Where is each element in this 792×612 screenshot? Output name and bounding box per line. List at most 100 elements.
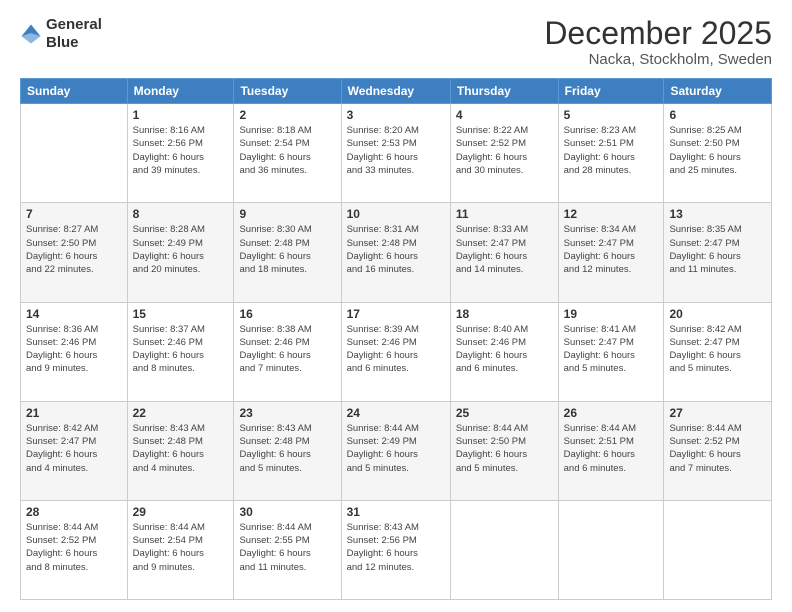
col-header-saturday: Saturday — [664, 79, 772, 104]
day-number: 18 — [456, 307, 553, 321]
day-info: Sunrise: 8:44 AM Sunset: 2:51 PM Dayligh… — [564, 422, 659, 475]
day-info: Sunrise: 8:18 AM Sunset: 2:54 PM Dayligh… — [239, 124, 335, 177]
day-number: 19 — [564, 307, 659, 321]
day-number: 23 — [239, 406, 335, 420]
day-cell: 5 Sunrise: 8:23 AM Sunset: 2:51 PM Daylig… — [558, 104, 664, 203]
day-info: Sunrise: 8:25 AM Sunset: 2:50 PM Dayligh… — [669, 124, 766, 177]
header-row: SundayMondayTuesdayWednesdayThursdayFrid… — [21, 79, 772, 104]
logo-icon — [20, 23, 42, 45]
day-number: 4 — [456, 108, 553, 122]
day-number: 10 — [347, 207, 445, 221]
day-number: 9 — [239, 207, 335, 221]
day-info: Sunrise: 8:28 AM Sunset: 2:49 PM Dayligh… — [133, 223, 229, 276]
day-number: 24 — [347, 406, 445, 420]
day-number: 7 — [26, 207, 122, 221]
header: General Blue December 2025 Nacka, Stockh… — [20, 16, 772, 68]
day-cell: 15Sunrise: 8:37 AM Sunset: 2:46 PM Dayli… — [127, 302, 234, 401]
day-cell: 17Sunrise: 8:39 AM Sunset: 2:46 PM Dayli… — [341, 302, 450, 401]
day-cell: 10 Sunrise: 8:31 AM Sunset: 2:48 PM Dayli… — [341, 203, 450, 302]
day-number: 31 — [347, 505, 445, 519]
day-number: 5 — [564, 108, 659, 122]
day-cell: 3Sunrise: 8:20 AM Sunset: 2:53 PM Daylig… — [341, 104, 450, 203]
day-number: 26 — [564, 406, 659, 420]
week-row-5: 28 Sunrise: 8:44 AM Sunset: 2:52 PM Dayli… — [21, 500, 772, 599]
day-info: Sunrise: 8:41 AM Sunset: 2:47 PM Dayligh… — [564, 323, 659, 376]
day-cell — [558, 500, 664, 599]
day-cell: 31 Sunrise: 8:43 AM Sunset: 2:56 PM Dayli… — [341, 500, 450, 599]
day-number: 22 — [133, 406, 229, 420]
logo-text: General Blue — [46, 16, 102, 52]
day-cell: 28 Sunrise: 8:44 AM Sunset: 2:52 PM Dayli… — [21, 500, 128, 599]
col-header-tuesday: Tuesday — [234, 79, 341, 104]
day-cell: 8 Sunrise: 8:28 AM Sunset: 2:49 PM Daylig… — [127, 203, 234, 302]
day-cell: 4 Sunrise: 8:22 AM Sunset: 2:52 PM Daylig… — [450, 104, 558, 203]
week-row-2: 7 Sunrise: 8:27 AM Sunset: 2:50 PM Daylig… — [21, 203, 772, 302]
day-info: Sunrise: 8:31 AM Sunset: 2:48 PM Dayligh… — [347, 223, 445, 276]
day-info: Sunrise: 8:44 AM Sunset: 2:54 PM Dayligh… — [133, 521, 229, 574]
day-info: Sunrise: 8:44 AM Sunset: 2:52 PM Dayligh… — [26, 521, 122, 574]
day-info: Sunrise: 8:35 AM Sunset: 2:47 PM Dayligh… — [669, 223, 766, 276]
day-cell — [664, 500, 772, 599]
page: General Blue December 2025 Nacka, Stockh… — [0, 0, 792, 612]
day-cell: 30 Sunrise: 8:44 AM Sunset: 2:55 PM Dayli… — [234, 500, 341, 599]
day-info: Sunrise: 8:44 AM Sunset: 2:55 PM Dayligh… — [239, 521, 335, 574]
day-cell: 22 Sunrise: 8:43 AM Sunset: 2:48 PM Dayli… — [127, 401, 234, 500]
logo-line2: Blue — [46, 34, 102, 52]
day-info: Sunrise: 8:34 AM Sunset: 2:47 PM Dayligh… — [564, 223, 659, 276]
title-block: December 2025 Nacka, Stockholm, Sweden — [544, 16, 772, 68]
day-cell — [450, 500, 558, 599]
day-cell: 11 Sunrise: 8:33 AM Sunset: 2:47 PM Dayli… — [450, 203, 558, 302]
day-cell: 18 Sunrise: 8:40 AM Sunset: 2:46 PM Dayli… — [450, 302, 558, 401]
day-number: 30 — [239, 505, 335, 519]
logo-line1: General — [46, 16, 102, 34]
day-cell: 29 Sunrise: 8:44 AM Sunset: 2:54 PM Dayli… — [127, 500, 234, 599]
location-subtitle: Nacka, Stockholm, Sweden — [544, 51, 772, 68]
day-cell: 13Sunrise: 8:35 AM Sunset: 2:47 PM Dayli… — [664, 203, 772, 302]
day-info: Sunrise: 8:42 AM Sunset: 2:47 PM Dayligh… — [26, 422, 122, 475]
day-info: Sunrise: 8:38 AM Sunset: 2:46 PM Dayligh… — [239, 323, 335, 376]
day-number: 20 — [669, 307, 766, 321]
day-cell: 19 Sunrise: 8:41 AM Sunset: 2:47 PM Dayli… — [558, 302, 664, 401]
day-cell: 26 Sunrise: 8:44 AM Sunset: 2:51 PM Dayli… — [558, 401, 664, 500]
day-cell: 7 Sunrise: 8:27 AM Sunset: 2:50 PM Daylig… — [21, 203, 128, 302]
day-number: 29 — [133, 505, 229, 519]
day-number: 21 — [26, 406, 122, 420]
day-number: 2 — [239, 108, 335, 122]
day-number: 27 — [669, 406, 766, 420]
day-info: Sunrise: 8:16 AM Sunset: 2:56 PM Dayligh… — [133, 124, 229, 177]
day-number: 12 — [564, 207, 659, 221]
day-cell: 9 Sunrise: 8:30 AM Sunset: 2:48 PM Daylig… — [234, 203, 341, 302]
day-cell: 21 Sunrise: 8:42 AM Sunset: 2:47 PM Dayli… — [21, 401, 128, 500]
day-info: Sunrise: 8:33 AM Sunset: 2:47 PM Dayligh… — [456, 223, 553, 276]
day-info: Sunrise: 8:23 AM Sunset: 2:51 PM Dayligh… — [564, 124, 659, 177]
day-info: Sunrise: 8:42 AM Sunset: 2:47 PM Dayligh… — [669, 323, 766, 376]
day-cell: 14Sunrise: 8:36 AM Sunset: 2:46 PM Dayli… — [21, 302, 128, 401]
logo: General Blue — [20, 16, 102, 52]
day-cell: 24 Sunrise: 8:44 AM Sunset: 2:49 PM Dayli… — [341, 401, 450, 500]
month-title: December 2025 — [544, 16, 772, 51]
week-row-1: 1 Sunrise: 8:16 AM Sunset: 2:56 PM Daylig… — [21, 104, 772, 203]
day-number: 16 — [239, 307, 335, 321]
day-number: 8 — [133, 207, 229, 221]
day-cell — [21, 104, 128, 203]
day-info: Sunrise: 8:22 AM Sunset: 2:52 PM Dayligh… — [456, 124, 553, 177]
day-cell: 20 Sunrise: 8:42 AM Sunset: 2:47 PM Dayli… — [664, 302, 772, 401]
day-info: Sunrise: 8:27 AM Sunset: 2:50 PM Dayligh… — [26, 223, 122, 276]
day-info: Sunrise: 8:36 AM Sunset: 2:46 PM Dayligh… — [26, 323, 122, 376]
day-info: Sunrise: 8:44 AM Sunset: 2:52 PM Dayligh… — [669, 422, 766, 475]
day-info: Sunrise: 8:43 AM Sunset: 2:56 PM Dayligh… — [347, 521, 445, 574]
day-info: Sunrise: 8:43 AM Sunset: 2:48 PM Dayligh… — [133, 422, 229, 475]
day-cell: 2 Sunrise: 8:18 AM Sunset: 2:54 PM Daylig… — [234, 104, 341, 203]
col-header-thursday: Thursday — [450, 79, 558, 104]
day-number: 11 — [456, 207, 553, 221]
day-number: 1 — [133, 108, 229, 122]
day-info: Sunrise: 8:44 AM Sunset: 2:49 PM Dayligh… — [347, 422, 445, 475]
day-info: Sunrise: 8:40 AM Sunset: 2:46 PM Dayligh… — [456, 323, 553, 376]
day-number: 28 — [26, 505, 122, 519]
day-info: Sunrise: 8:39 AM Sunset: 2:46 PM Dayligh… — [347, 323, 445, 376]
day-info: Sunrise: 8:30 AM Sunset: 2:48 PM Dayligh… — [239, 223, 335, 276]
day-info: Sunrise: 8:43 AM Sunset: 2:48 PM Dayligh… — [239, 422, 335, 475]
week-row-3: 14Sunrise: 8:36 AM Sunset: 2:46 PM Dayli… — [21, 302, 772, 401]
col-header-monday: Monday — [127, 79, 234, 104]
day-number: 3 — [347, 108, 445, 122]
